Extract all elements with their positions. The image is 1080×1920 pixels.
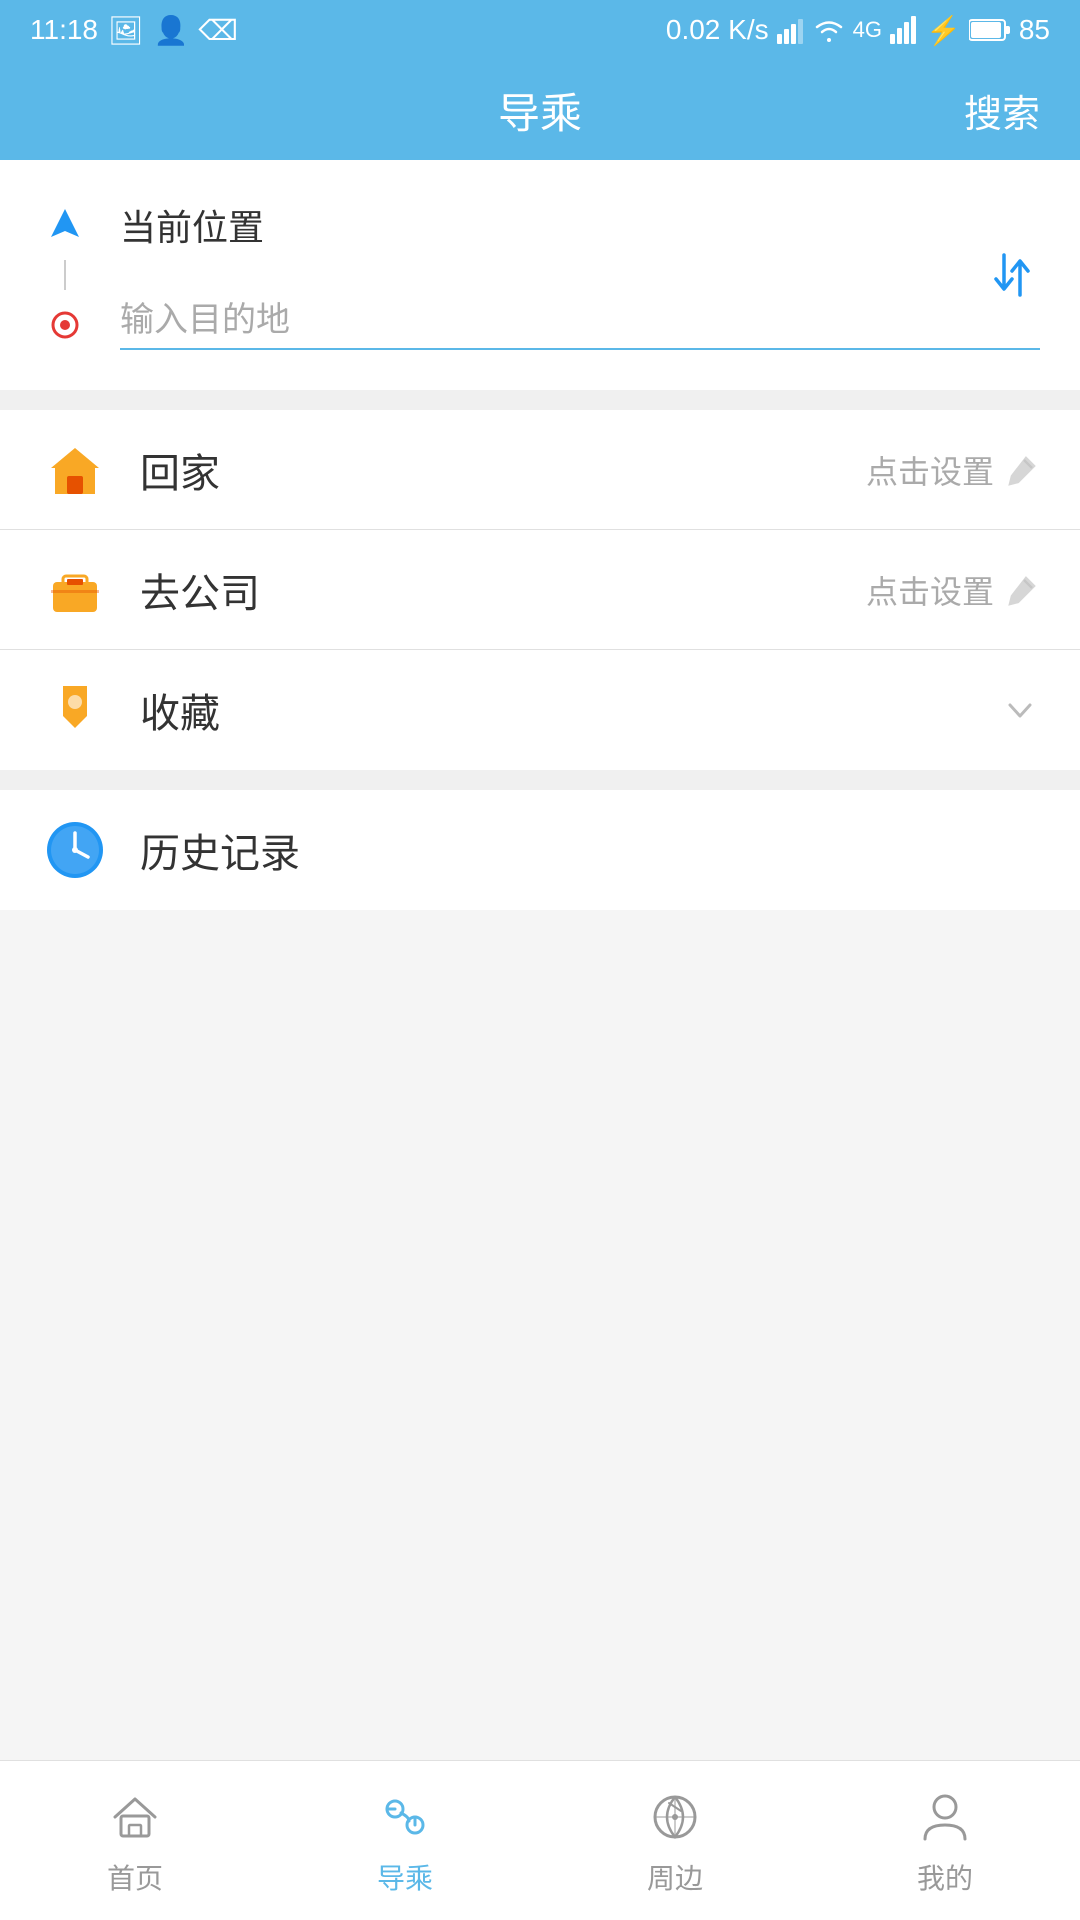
page-title: 导乘	[498, 80, 582, 141]
network-speed: 0.02 K/s	[666, 14, 769, 46]
destination-dot-icon	[40, 309, 90, 341]
usb-icon: ⌫	[198, 14, 238, 47]
destination-row	[40, 290, 1040, 360]
nav-item-guide[interactable]: 导乘	[270, 1761, 540, 1920]
favorites-label: 收藏	[140, 681, 970, 739]
work-edit-icon	[1004, 572, 1040, 608]
nav-home-label: 首页	[107, 1857, 163, 1897]
history-clock-icon	[40, 815, 110, 885]
battery-icon	[969, 18, 1011, 42]
work-action[interactable]: 点击设置	[866, 567, 1040, 613]
favorites-expand[interactable]	[1000, 690, 1040, 730]
location-arrow-icon	[40, 207, 90, 243]
app-header: 导乘 搜索	[0, 60, 1080, 160]
list-item-home[interactable]: 回家 点击设置	[0, 410, 1080, 530]
status-left: 11:18 🖼 👤 ⌫	[30, 14, 238, 47]
location-wrapper: 当前位置	[40, 190, 1040, 360]
current-location-text[interactable]: 当前位置	[120, 199, 264, 251]
location-separator	[40, 260, 1040, 290]
nav-guide-label: 导乘	[377, 1857, 433, 1897]
home-action-text: 点击设置	[866, 447, 994, 493]
home-icon	[40, 435, 110, 505]
favorites-pin-icon	[40, 675, 110, 745]
home-label: 回家	[140, 441, 836, 499]
bottom-navigation: 首页 导乘 周边	[0, 1760, 1080, 1920]
nav-item-mine[interactable]: 我的	[810, 1761, 1080, 1920]
work-icon	[40, 555, 110, 625]
person-icon: 👤	[154, 14, 189, 47]
destination-input[interactable]	[120, 301, 1040, 350]
divider-1	[0, 390, 1080, 410]
home-action[interactable]: 点击设置	[866, 447, 1040, 493]
nav-mine-icon	[913, 1785, 977, 1849]
location-section: 当前位置	[0, 160, 1080, 390]
status-bar: 11:18 🖼 👤 ⌫ 0.02 K/s 4G	[0, 0, 1080, 60]
list-item-work[interactable]: 去公司 点击设置	[0, 530, 1080, 650]
history-section: 历史记录	[0, 790, 1080, 910]
quick-access-section: 回家 点击设置 去公司 点击设置	[0, 410, 1080, 770]
signal-bars-icon	[890, 16, 918, 44]
charging-icon: ⚡	[926, 14, 961, 47]
nav-home-icon	[103, 1785, 167, 1849]
status-time: 11:18	[30, 14, 98, 46]
nav-item-nearby[interactable]: 周边	[540, 1761, 810, 1920]
history-header-item: 历史记录	[40, 790, 1040, 910]
nav-mine-label: 我的	[917, 1857, 973, 1897]
vertical-divider	[64, 260, 66, 290]
status-right: 0.02 K/s 4G ⚡	[666, 14, 1050, 47]
chevron-down-icon	[1000, 690, 1040, 730]
search-button[interactable]: 搜索	[964, 83, 1040, 138]
wifi-icon	[813, 16, 845, 44]
swap-button[interactable]	[984, 247, 1040, 303]
nav-nearby-icon	[643, 1785, 707, 1849]
signal-icon	[777, 16, 805, 44]
battery-level: 85	[1019, 14, 1050, 46]
history-label: 历史记录	[140, 821, 1040, 879]
list-item-favorites[interactable]: 收藏	[0, 650, 1080, 770]
divider-2	[0, 770, 1080, 790]
work-label: 去公司	[140, 561, 836, 619]
nav-item-home[interactable]: 首页	[0, 1761, 270, 1920]
work-action-text: 点击设置	[866, 567, 994, 613]
mobile-data-icon: 4G	[853, 17, 882, 43]
current-location-row: 当前位置	[40, 190, 1040, 260]
notification-icon: 🖼	[108, 14, 144, 47]
nav-guide-icon	[373, 1785, 437, 1849]
nav-nearby-label: 周边	[647, 1857, 703, 1897]
home-edit-icon	[1004, 452, 1040, 488]
